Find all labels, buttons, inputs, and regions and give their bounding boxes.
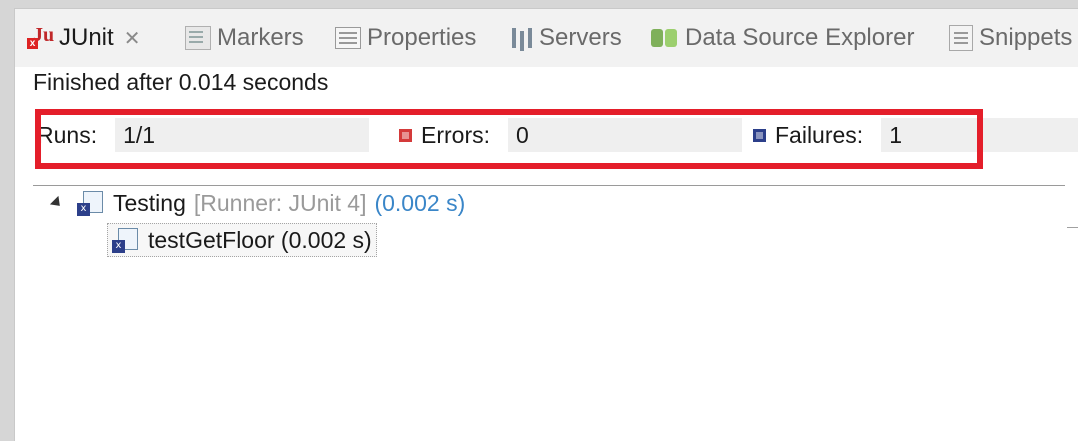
tree-suite-row[interactable]: Testing [Runner: JUnit 4] (0.002 s) xyxy=(49,189,466,217)
tab-servers[interactable]: Servers xyxy=(509,21,622,55)
junit-icon: Ju x xyxy=(27,24,54,50)
data-source-explorer-icon xyxy=(649,25,679,51)
test-suite-icon xyxy=(77,189,105,217)
highlight-box xyxy=(35,109,983,169)
close-icon[interactable]: ✕ xyxy=(124,26,141,50)
suite-time: (0.002 s) xyxy=(374,189,466,216)
tab-snippets-label: Snippets xyxy=(979,24,1073,51)
test-case-item[interactable]: testGetFloor (0.002 s) xyxy=(107,223,377,257)
tab-markers[interactable]: Markers xyxy=(185,21,304,55)
divider xyxy=(33,185,1065,186)
case-name: testGetFloor (0.002 s) xyxy=(148,226,372,253)
status-text: Finished after 0.014 seconds xyxy=(33,69,329,95)
tab-snippets[interactable]: Snippets xyxy=(949,21,1072,55)
servers-icon xyxy=(509,26,533,50)
test-case-icon xyxy=(112,226,140,254)
view-tab-bar: Ju x JUnit ✕ Markers Properties Servers D… xyxy=(15,9,1078,67)
suite-name: Testing xyxy=(113,189,186,216)
tab-servers-label: Servers xyxy=(539,24,622,51)
expand-arrow-icon[interactable] xyxy=(49,195,65,211)
suite-runner: [Runner: JUnit 4] xyxy=(193,189,367,216)
tree-case-row[interactable]: testGetFloor (0.002 s) xyxy=(107,223,377,257)
tab-properties[interactable]: Properties xyxy=(335,21,476,55)
tab-junit-label: JUnit xyxy=(59,24,114,51)
tab-properties-label: Properties xyxy=(367,24,477,51)
markers-icon xyxy=(185,26,211,50)
tab-data-source-explorer[interactable]: Data Source Explorer xyxy=(649,21,914,55)
tab-junit[interactable]: Ju x JUnit ✕ xyxy=(27,21,140,55)
tab-markers-label: Markers xyxy=(217,24,304,51)
divider xyxy=(1067,227,1078,228)
tab-data-source-explorer-label: Data Source Explorer xyxy=(685,24,915,51)
properties-icon xyxy=(335,27,361,49)
snippets-icon xyxy=(949,25,973,51)
junit-view: Ju x JUnit ✕ Markers Properties Servers D… xyxy=(14,8,1078,441)
